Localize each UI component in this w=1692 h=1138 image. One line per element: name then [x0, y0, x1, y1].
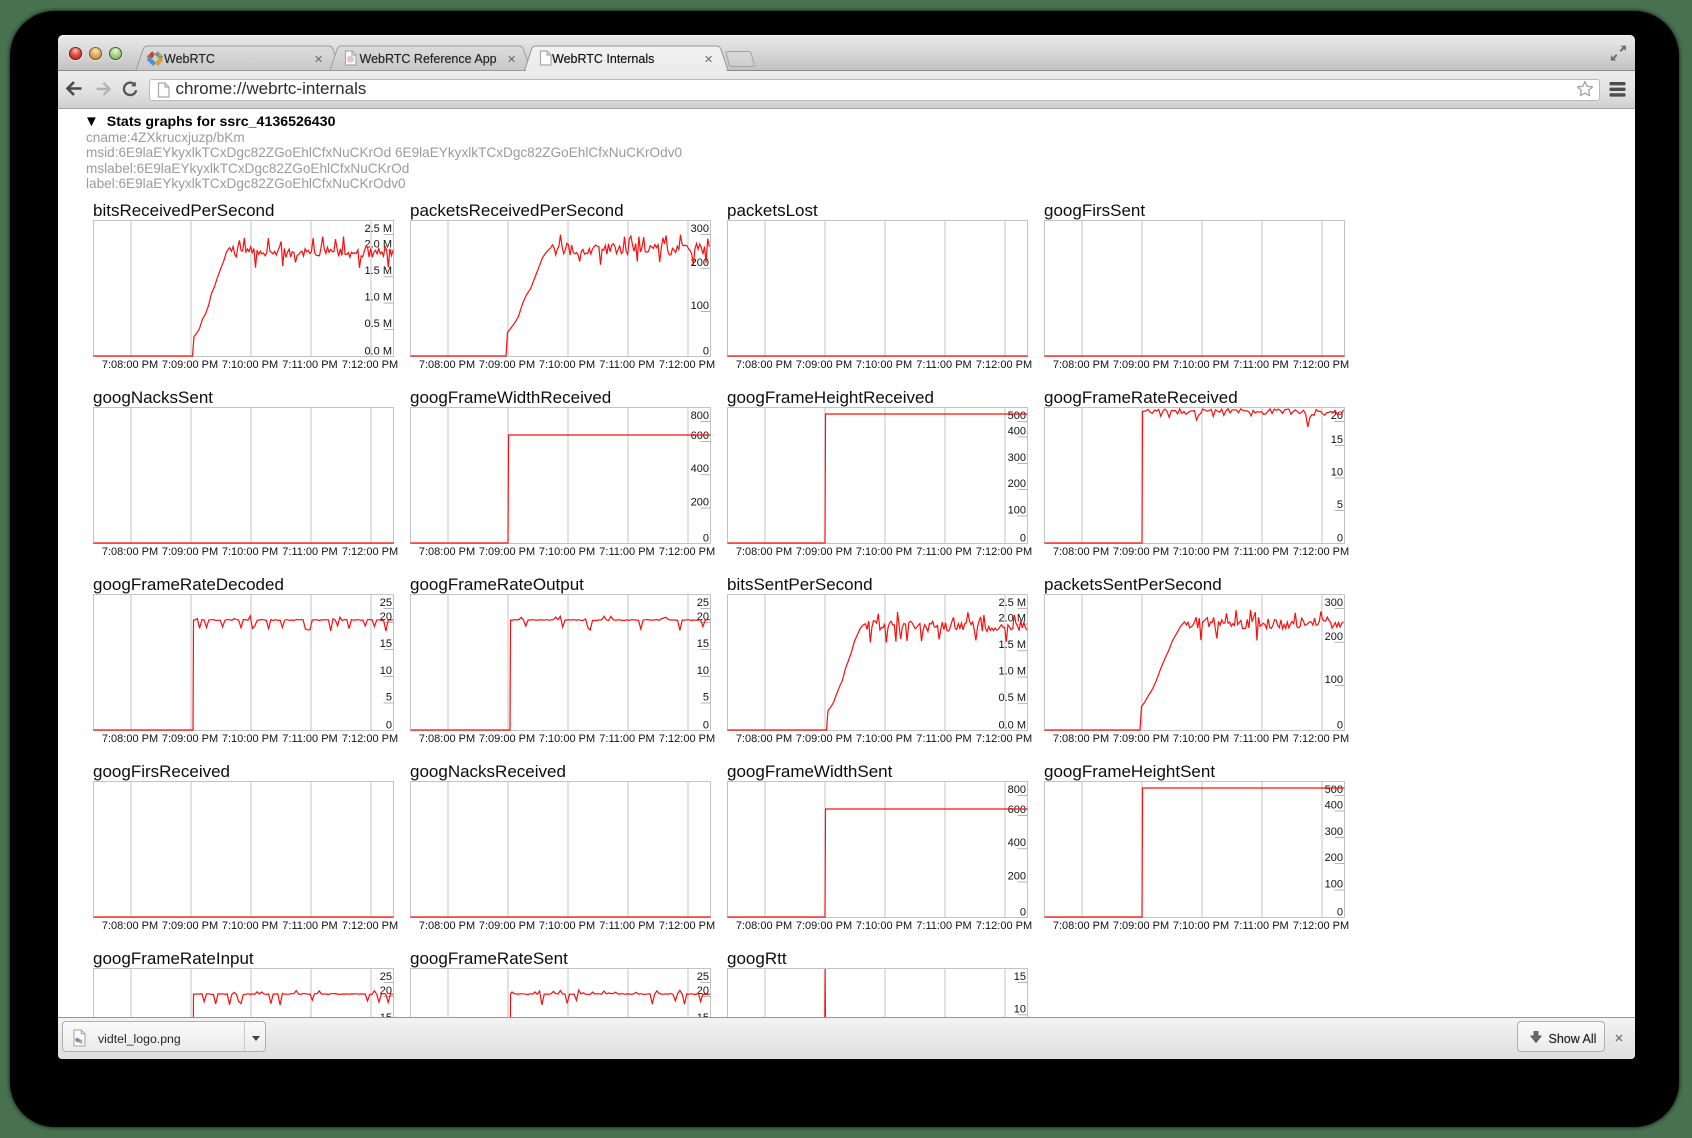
svg-text:0: 0	[386, 720, 392, 732]
svg-text:100: 100	[1325, 674, 1343, 686]
svg-text:15: 15	[1014, 971, 1026, 983]
svg-text:400: 400	[1008, 837, 1026, 849]
svg-text:100: 100	[1008, 505, 1026, 517]
svg-text:300: 300	[1325, 826, 1343, 838]
svg-text:2.0 M: 2.0 M	[998, 613, 1026, 625]
svg-text:0: 0	[1337, 533, 1343, 545]
svg-text:300: 300	[1008, 452, 1026, 464]
svg-text:200: 200	[1325, 631, 1343, 643]
svg-text:0.0 M: 0.0 M	[998, 720, 1026, 732]
svg-text:500: 500	[1325, 784, 1343, 796]
svg-text:5: 5	[703, 692, 709, 704]
svg-text:10: 10	[697, 665, 709, 677]
svg-text:15: 15	[1331, 434, 1343, 446]
svg-text:0: 0	[1337, 907, 1343, 919]
svg-text:15: 15	[697, 638, 709, 650]
svg-text:0: 0	[703, 346, 709, 358]
svg-text:400: 400	[1008, 426, 1026, 438]
svg-text:25: 25	[380, 597, 392, 609]
svg-text:25: 25	[697, 971, 709, 983]
svg-text:0.5 M: 0.5 M	[998, 692, 1026, 704]
svg-text:0: 0	[1020, 533, 1026, 545]
svg-text:800: 800	[1008, 784, 1026, 796]
svg-text:200: 200	[1008, 478, 1026, 490]
svg-text:0: 0	[703, 720, 709, 732]
svg-text:800: 800	[691, 410, 709, 422]
svg-text:25: 25	[380, 971, 392, 983]
svg-text:600: 600	[1008, 804, 1026, 816]
svg-text:300: 300	[691, 223, 709, 235]
svg-text:25: 25	[697, 597, 709, 609]
svg-text:100: 100	[1325, 879, 1343, 891]
svg-text:500: 500	[1008, 410, 1026, 422]
svg-text:200: 200	[1325, 852, 1343, 864]
svg-text:10: 10	[380, 665, 392, 677]
svg-text:600: 600	[691, 430, 709, 442]
svg-text:400: 400	[691, 463, 709, 475]
svg-text:2.5 M: 2.5 M	[364, 223, 392, 235]
svg-text:400: 400	[1325, 800, 1343, 812]
svg-text:10: 10	[1331, 467, 1343, 479]
svg-text:1.5 M: 1.5 M	[998, 639, 1026, 651]
svg-text:5: 5	[1337, 499, 1343, 511]
svg-text:1.0 M: 1.0 M	[364, 292, 392, 304]
svg-text:200: 200	[1008, 871, 1026, 883]
svg-text:0: 0	[1020, 907, 1026, 919]
svg-text:0: 0	[1337, 720, 1343, 732]
svg-text:20: 20	[380, 611, 392, 623]
svg-text:0.5 M: 0.5 M	[364, 318, 392, 330]
svg-text:2.5 M: 2.5 M	[998, 597, 1026, 609]
svg-text:1.0 M: 1.0 M	[998, 666, 1026, 678]
svg-text:200: 200	[691, 497, 709, 509]
svg-text:5: 5	[386, 692, 392, 704]
svg-text:100: 100	[691, 300, 709, 312]
svg-text:0.0 M: 0.0 M	[364, 346, 392, 358]
svg-text:10: 10	[1014, 1003, 1026, 1015]
svg-text:0: 0	[703, 533, 709, 545]
svg-text:20: 20	[697, 611, 709, 623]
svg-text:15: 15	[380, 638, 392, 650]
svg-text:300: 300	[1325, 597, 1343, 609]
